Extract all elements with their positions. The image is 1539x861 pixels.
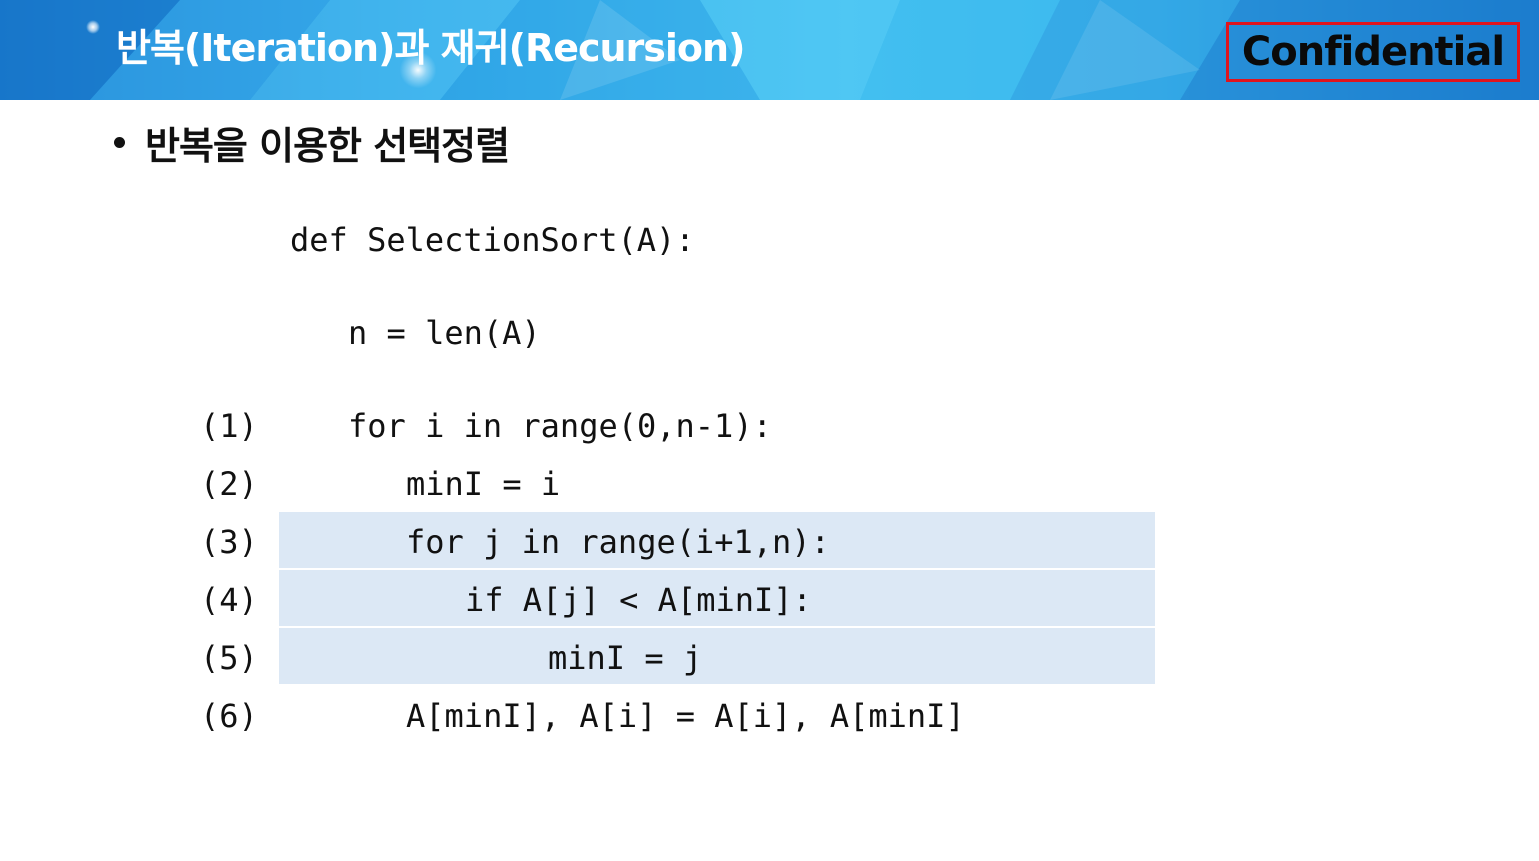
slide: 반복(Iteration)과 재귀(Recursion) Confidentia…: [0, 0, 1539, 861]
line-number: (1): [200, 407, 258, 445]
header-banner: 반복(Iteration)과 재귀(Recursion) Confidentia…: [0, 0, 1539, 100]
code-line: for i in range(0,n-1):: [348, 407, 772, 445]
line-number: (5): [200, 639, 258, 677]
code-line: if A[j] < A[minI]:: [465, 581, 812, 619]
sparkle-decoration: [86, 20, 100, 34]
code-line: for j in range(i+1,n):: [406, 523, 830, 561]
line-number: (2): [200, 465, 258, 503]
line-number: (6): [200, 697, 258, 735]
line-number: (3): [200, 523, 258, 561]
code-line: A[minI], A[i] = A[i], A[minI]: [406, 697, 965, 735]
line-number: (4): [200, 581, 258, 619]
code-def-line: def SelectionSort(A):: [290, 221, 695, 259]
code-highlight-row: [279, 628, 1155, 684]
bullet-heading: 반복을 이용한 선택정렬: [114, 112, 510, 172]
code-line: minI = j: [548, 639, 703, 677]
bullet-text: 반복을 이용한 선택정렬: [145, 123, 510, 168]
confidential-badge: Confidential: [1226, 22, 1520, 82]
page-title: 반복(Iteration)과 재귀(Recursion): [116, 26, 745, 70]
bullet-icon: [114, 136, 125, 148]
code-n-line: n = len(A): [348, 314, 541, 352]
code-line: minI = i: [406, 465, 561, 503]
